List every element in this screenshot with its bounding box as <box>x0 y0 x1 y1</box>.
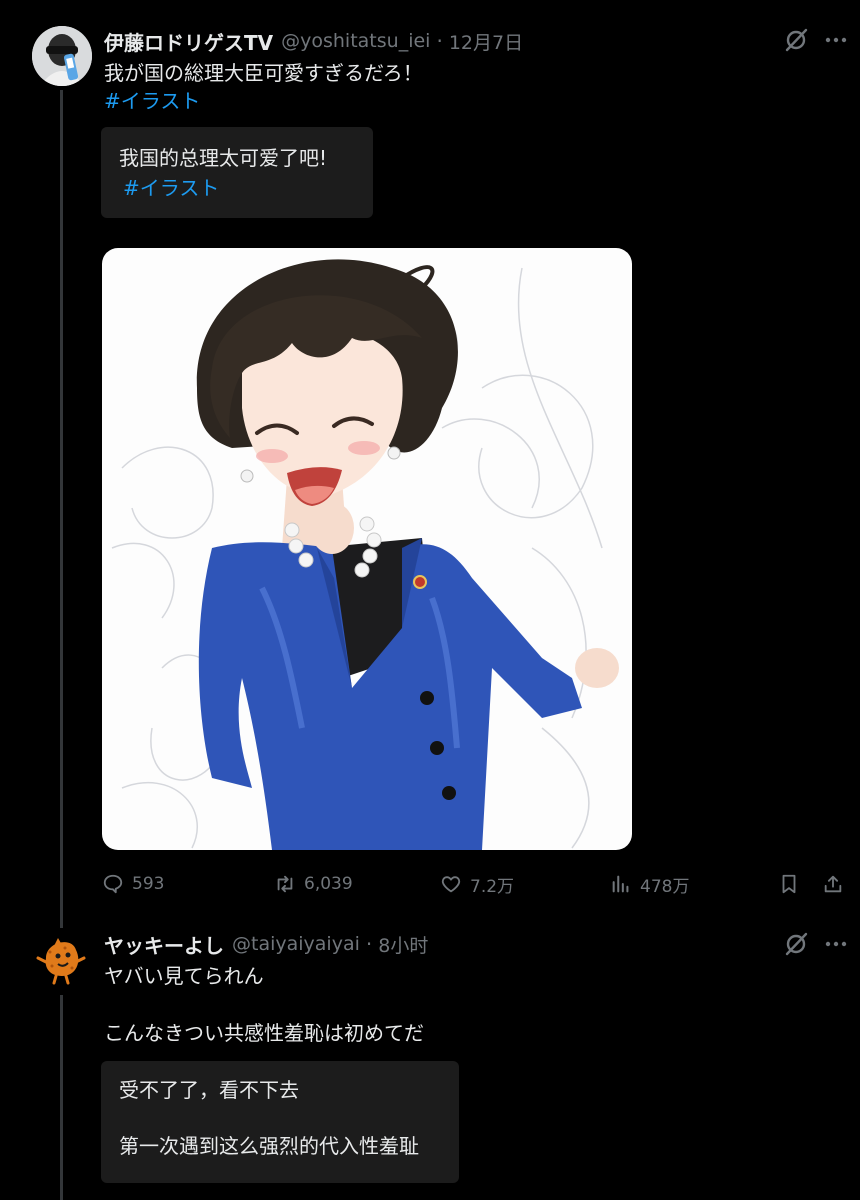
retweet-icon <box>277 875 293 893</box>
reply-icon <box>103 874 123 894</box>
reply-translation: 受不了了，看不下去 第一次遇到这么强烈的代入性羞耻 <box>101 1061 459 1183</box>
reply-author-handle[interactable]: @taiyaiyaiyai <box>232 933 360 955</box>
views-count: 478万 <box>640 876 690 897</box>
retweet-count: 6,039 <box>304 874 353 894</box>
reply-button[interactable]: 593 <box>102 868 164 900</box>
tweet-media-image[interactable] <box>102 248 632 850</box>
tweet-hashtag[interactable]: #イラスト <box>104 86 200 116</box>
thread-line <box>60 90 63 930</box>
retweet-button[interactable]: 6,039 <box>274 868 353 900</box>
thread-line-reply <box>60 995 63 1200</box>
like-icon <box>441 876 461 893</box>
reply-text-line1: ヤバい見てられん <box>104 964 264 988</box>
views-button[interactable]: 478万 <box>610 868 689 900</box>
anime-illustration <box>111 259 619 850</box>
bookmark-button[interactable] <box>778 868 808 900</box>
author-name[interactable]: 伊藤ロドリゲスTV <box>104 27 273 56</box>
views-icon <box>612 875 629 893</box>
author-avatar[interactable] <box>32 26 92 86</box>
reply-translation-line1: 受不了了，看不下去 <box>119 1078 299 1102</box>
reply-header: ヤッキーよし @taiyaiyaiyai · 8小时 <box>104 929 428 959</box>
tweet-translation: 我国的总理太可爱了吧! #イラスト <box>101 127 373 218</box>
reply-text-line2: こんなきつい共感性羞恥は初めてだ <box>104 1021 424 1045</box>
reply-count: 593 <box>132 874 165 894</box>
separator: · <box>436 29 443 53</box>
reply-separator: · <box>365 932 373 956</box>
grok-icon[interactable] <box>782 26 810 54</box>
like-button[interactable]: 7.2万 <box>440 868 514 900</box>
more-icon[interactable] <box>822 26 850 54</box>
grok-icon[interactable] <box>782 930 810 958</box>
reply-time[interactable]: 8小时 <box>378 931 428 958</box>
bookmark-icon <box>782 874 796 894</box>
tweet-text: 我が国の総理大臣可愛すぎるだろ！ <box>104 61 423 85</box>
tweet-action-bar: 593 6,039 7.2万 478万 <box>102 868 852 900</box>
tweet-top-actions <box>770 26 850 54</box>
author-handle[interactable]: @yoshitatsu_iei <box>281 30 430 52</box>
reply-author-name[interactable]: ヤッキーよし <box>104 930 224 959</box>
like-count: 7.2万 <box>470 876 515 897</box>
reply-top-actions <box>770 930 850 958</box>
reply-translation-line2: 第一次遇到这么强烈的代入性羞耻 <box>119 1134 419 1158</box>
share-button[interactable] <box>822 868 852 900</box>
tweet-header: 伊藤ロドリゲスTV @yoshitatsu_iei · 12月7日 <box>104 26 523 56</box>
reply-author-avatar[interactable] <box>32 928 90 986</box>
tweet-time[interactable]: 12月7日 <box>449 28 523 55</box>
share-icon <box>824 875 842 893</box>
more-icon[interactable] <box>822 930 850 958</box>
translation-text: 我国的总理太可爱了吧! <box>119 146 328 170</box>
translation-hashtag[interactable]: #イラスト <box>123 173 355 203</box>
